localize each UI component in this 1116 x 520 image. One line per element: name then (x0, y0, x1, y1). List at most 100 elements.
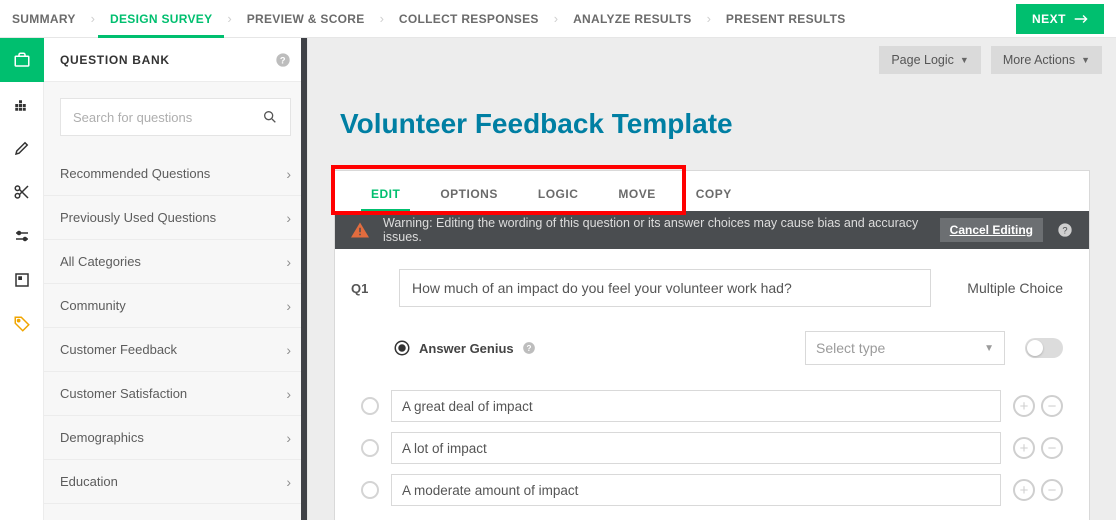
rail-item-builder[interactable] (0, 82, 44, 126)
category-customer-satisfaction[interactable]: Customer Satisfaction› (44, 372, 307, 416)
scrollbar[interactable] (301, 38, 307, 520)
category-community[interactable]: Community› (44, 284, 307, 328)
chevron-right-icon: › (286, 254, 291, 270)
left-rail (0, 38, 44, 520)
add-choice-button[interactable]: + (1013, 479, 1035, 501)
rail-item-logic[interactable] (0, 170, 44, 214)
arrow-right-icon (1074, 14, 1088, 24)
question-number: Q1 (351, 281, 379, 296)
question-type-select[interactable]: Multiple Choice (951, 280, 1063, 296)
question-bank-sidebar: QUESTION BANK ? Recommended Questions› P… (44, 38, 308, 520)
answer-choice-input[interactable] (391, 432, 1001, 464)
answer-choice-row: + − (351, 469, 1063, 511)
answer-genius-toggle[interactable] (1025, 338, 1063, 358)
answer-genius-label: Answer Genius ? (393, 339, 536, 357)
briefcase-icon (13, 51, 31, 69)
tab-copy[interactable]: COPY (676, 175, 752, 211)
caret-down-icon: ▼ (984, 343, 994, 354)
category-all[interactable]: All Categories› (44, 240, 307, 284)
next-button[interactable]: NEXT (1016, 4, 1104, 34)
step-design-survey[interactable]: DESIGN SURVEY (98, 0, 224, 37)
warning-text: Warning: Editing the wording of this que… (383, 216, 926, 244)
grid-icon (13, 95, 31, 113)
step-present-results[interactable]: PRESENT RESULTS (714, 0, 858, 37)
pencil-icon (13, 139, 31, 157)
main-canvas: Page Logic▼ More Actions▼ Volunteer Feed… (308, 38, 1116, 520)
answer-choice-row: + − (351, 385, 1063, 427)
select-type-dropdown[interactable]: Select type ▼ (805, 331, 1005, 365)
sidebar-title: QUESTION BANK (60, 53, 170, 67)
category-customer-feedback[interactable]: Customer Feedback› (44, 328, 307, 372)
category-previously-used[interactable]: Previously Used Questions› (44, 196, 307, 240)
progress-steps: SUMMARY › DESIGN SURVEY › PREVIEW & SCOR… (0, 0, 858, 37)
add-choice-button[interactable]: + (1013, 437, 1035, 459)
caret-down-icon: ▼ (960, 55, 969, 65)
scissors-icon (13, 183, 31, 201)
category-list: Recommended Questions› Previously Used Q… (44, 152, 307, 504)
sliders-icon (13, 227, 31, 245)
caret-down-icon: ▼ (1081, 55, 1090, 65)
svg-text:?: ? (526, 344, 531, 353)
question-text-input[interactable] (399, 269, 931, 307)
question-row: Q1 Multiple Choice (351, 269, 1063, 307)
more-actions-button[interactable]: More Actions▼ (991, 46, 1102, 74)
step-preview-score[interactable]: PREVIEW & SCORE (235, 0, 377, 37)
answer-choice-input[interactable] (391, 474, 1001, 506)
tab-move[interactable]: MOVE (598, 175, 675, 211)
question-tabs: EDIT OPTIONS LOGIC MOVE COPY (335, 171, 1089, 211)
remove-choice-button[interactable]: − (1041, 395, 1063, 417)
help-icon[interactable]: ? (275, 52, 291, 68)
sidebar-header: QUESTION BANK ? (44, 38, 307, 82)
radio-icon (361, 481, 379, 499)
help-icon[interactable]: ? (522, 341, 536, 355)
chevron-right-icon: › (286, 298, 291, 314)
rail-item-appearance[interactable] (0, 126, 44, 170)
rail-item-options[interactable] (0, 214, 44, 258)
rail-item-format[interactable] (0, 258, 44, 302)
radio-icon (361, 397, 379, 415)
chevron-right-icon: › (377, 11, 387, 26)
rail-item-branding[interactable] (0, 302, 44, 346)
chevron-right-icon: › (286, 430, 291, 446)
rail-item-question-bank[interactable] (0, 38, 44, 82)
tab-edit[interactable]: EDIT (351, 175, 420, 211)
svg-text:?: ? (1062, 225, 1067, 235)
tag-icon (13, 315, 31, 333)
step-analyze-results[interactable]: ANALYZE RESULTS (561, 0, 704, 37)
remove-choice-button[interactable]: − (1041, 479, 1063, 501)
search-icon (262, 109, 278, 125)
survey-title[interactable]: Volunteer Feedback Template (340, 108, 1090, 140)
square-icon (13, 271, 31, 289)
category-education[interactable]: Education› (44, 460, 307, 504)
tab-logic[interactable]: LOGIC (518, 175, 599, 211)
answer-choice-input[interactable] (391, 390, 1001, 422)
chevron-right-icon: › (88, 11, 98, 26)
next-button-label: NEXT (1032, 12, 1066, 26)
add-choice-button[interactable]: + (1013, 395, 1035, 417)
warning-icon (351, 222, 369, 238)
chevron-right-icon: › (224, 11, 234, 26)
chevron-right-icon: › (286, 210, 291, 226)
svg-text:?: ? (280, 55, 286, 65)
answer-choice-row: + − (351, 427, 1063, 469)
category-demographics[interactable]: Demographics› (44, 416, 307, 460)
cancel-editing-button[interactable]: Cancel Editing (940, 218, 1043, 242)
target-icon (393, 339, 411, 357)
tab-options[interactable]: OPTIONS (420, 175, 518, 211)
search-input[interactable] (73, 110, 262, 125)
top-nav: SUMMARY › DESIGN SURVEY › PREVIEW & SCOR… (0, 0, 1116, 38)
chevron-right-icon: › (286, 474, 291, 490)
help-icon[interactable]: ? (1057, 222, 1073, 238)
search-box[interactable] (60, 98, 291, 136)
remove-choice-button[interactable]: − (1041, 437, 1063, 459)
chevron-right-icon: › (286, 342, 291, 358)
chevron-right-icon: › (551, 11, 561, 26)
chevron-right-icon: › (704, 11, 714, 26)
step-collect-responses[interactable]: COLLECT RESPONSES (387, 0, 551, 37)
chevron-right-icon: › (286, 386, 291, 402)
page-logic-button[interactable]: Page Logic▼ (879, 46, 980, 74)
chevron-right-icon: › (286, 166, 291, 182)
radio-icon (361, 439, 379, 457)
step-summary[interactable]: SUMMARY (0, 0, 88, 37)
category-recommended[interactable]: Recommended Questions› (44, 152, 307, 196)
